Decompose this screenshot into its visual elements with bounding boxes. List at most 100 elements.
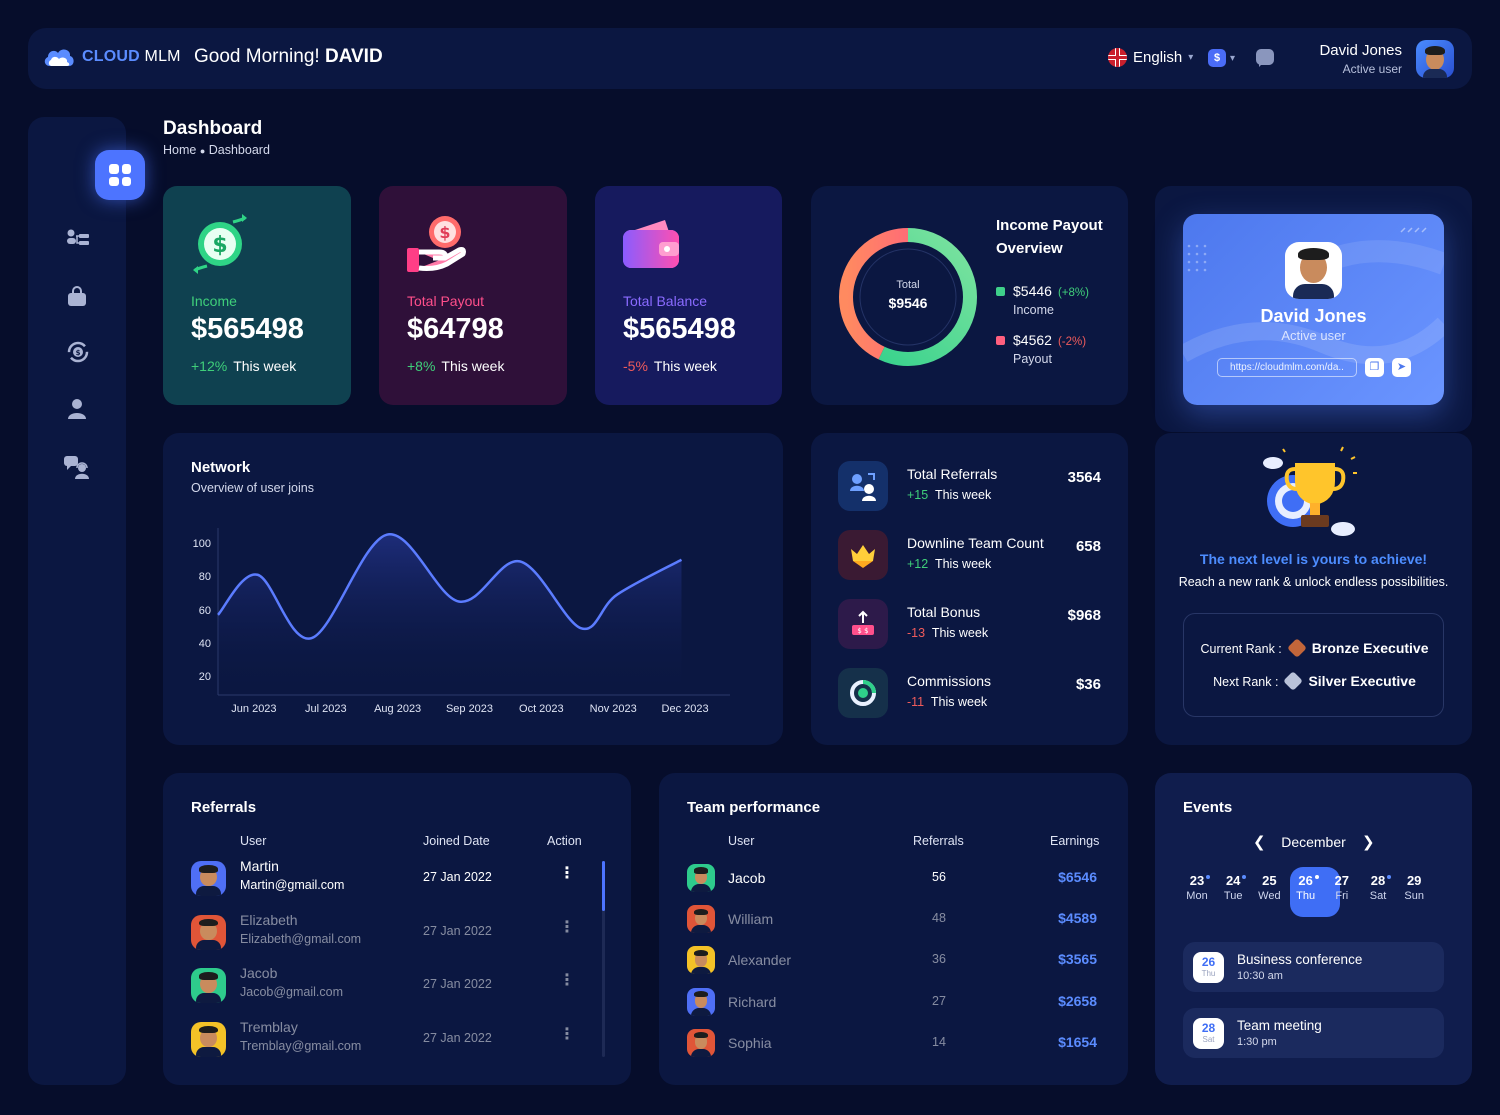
sidebar-item-shop[interactable] xyxy=(66,285,88,307)
joined-date: 27 Jan 2022 xyxy=(423,1030,492,1045)
col-referrals: Referrals xyxy=(913,834,964,848)
balance-value: $565498 xyxy=(623,313,736,345)
x-tick-label: Jun 2023 xyxy=(231,703,277,715)
send-icon[interactable]: ➤ xyxy=(1392,358,1411,377)
payout-value: $64798 xyxy=(407,313,504,345)
commission-icon xyxy=(838,668,888,718)
trophy-icon xyxy=(1263,446,1357,536)
more-vertical-icon[interactable]: ⋮ xyxy=(559,918,575,938)
network-chart-panel: Network Overview of user joins 100 80 60 40… xyxy=(163,433,783,745)
table-row[interactable]: Martin Martin@gmail.com 27 Jan 2022 ⋮ xyxy=(191,858,601,898)
payout-hand-icon: $ xyxy=(407,216,466,272)
x-tick-label: Oct 2023 xyxy=(519,703,564,715)
avatar xyxy=(191,968,226,1003)
x-tick-label: Jul 2023 xyxy=(304,703,347,715)
event-item[interactable]: 26 Thu Business conference 10:30 am xyxy=(1183,942,1444,992)
more-vertical-icon[interactable]: ⋮ xyxy=(559,971,575,991)
calendar-day[interactable]: 29 Sun xyxy=(1392,873,1436,902)
svg-text:$: $ xyxy=(212,233,227,258)
sidebar-item-profile[interactable] xyxy=(66,398,88,420)
support-chat-icon xyxy=(64,456,89,479)
payout-card[interactable]: $ Total Payout $64798 +8% This week xyxy=(379,186,567,405)
sidebar-item-payout[interactable]: $ xyxy=(66,341,89,363)
user-email: Tremblay@gmail.com xyxy=(240,1038,362,1053)
stat-total-referrals[interactable]: Total Referrals +15 This week 3564 xyxy=(838,461,1101,511)
donut-label: Total xyxy=(896,279,920,291)
user-name: Sophia xyxy=(728,1034,772,1051)
table-row[interactable]: Jacob Jacob@gmail.com 27 Jan 2022 ⋮ xyxy=(191,965,601,1005)
stat-downline-team-count[interactable]: Downline Team Count +12 This week 658 xyxy=(838,530,1101,580)
referral-count: 27 xyxy=(932,993,946,1008)
earnings-value: $2658 xyxy=(1058,992,1097,1009)
event-time: 10:30 am xyxy=(1237,970,1283,982)
col-user: User xyxy=(728,834,755,848)
chat-icon[interactable] xyxy=(1256,49,1274,67)
event-name: Team meeting xyxy=(1237,1018,1322,1033)
currency-selector[interactable]: $ ▾ xyxy=(1208,49,1235,67)
x-tick-label: Dec 2023 xyxy=(661,703,709,715)
sidebar-item-support[interactable] xyxy=(63,455,91,479)
stat-commissions[interactable]: Commissions -11 This week $36 xyxy=(838,668,1101,718)
user-name: Martin xyxy=(240,858,279,874)
col-earnings: Earnings xyxy=(1050,834,1100,848)
table-row[interactable]: Sophia 14 $1654 xyxy=(687,1028,1097,1059)
profile-status: Active user xyxy=(1281,328,1346,343)
table-row[interactable]: Richard 27 $2658 xyxy=(687,987,1097,1018)
events-panel: Events ❮ December ❯ 23 Mon 24 Tue 25 Wed 26 Thu… xyxy=(1155,773,1472,1085)
brand-logo[interactable]: CLOUD MLM xyxy=(42,46,181,68)
table-row[interactable]: Alexander 36 $3565 xyxy=(687,946,1097,976)
income-value: $565498 xyxy=(191,313,304,345)
scrollbar-thumb[interactable] xyxy=(602,861,605,911)
event-item[interactable]: 28 Sat Team meeting 1:30 pm xyxy=(1183,1008,1444,1058)
language-selector[interactable]: English ▾ xyxy=(1108,48,1193,67)
avatar xyxy=(687,987,715,1016)
more-vertical-icon[interactable]: ⋮ xyxy=(559,1025,575,1045)
user-name: Jacob xyxy=(240,965,278,981)
referral-count: 48 xyxy=(932,911,946,926)
breadcrumb-home[interactable]: Home xyxy=(163,143,196,157)
user-icon xyxy=(68,399,86,419)
table-row[interactable]: Jacob 56 $6546 xyxy=(687,864,1097,894)
income-footer: +12% This week xyxy=(191,358,297,374)
bronze-badge-icon xyxy=(1286,638,1307,658)
user-name: William xyxy=(728,911,774,928)
table-row[interactable]: William 48 $4589 xyxy=(687,905,1097,935)
referral-link-field[interactable]: https://cloudmlm.com/da.. xyxy=(1217,358,1357,377)
chevron-down-icon: ▾ xyxy=(1188,52,1194,63)
earnings-value: $1654 xyxy=(1058,1033,1097,1050)
sidebar-item-dashboard[interactable] xyxy=(95,150,145,200)
avatar xyxy=(191,861,226,896)
avatar xyxy=(687,905,715,934)
team-title: Team performance xyxy=(687,799,821,816)
table-row[interactable]: Tremblay Tremblay@gmail.com 27 Jan 2022 ⋮ xyxy=(191,1019,601,1059)
event-date-badge: 28 Sat xyxy=(1193,1018,1224,1049)
more-vertical-icon[interactable]: ⋮ xyxy=(559,864,575,884)
avatar xyxy=(191,1021,226,1057)
copy-icon[interactable]: ❐ xyxy=(1365,358,1384,377)
user-info[interactable]: David Jones Active user xyxy=(1319,42,1402,76)
sidebar xyxy=(28,117,126,1085)
profile-avatar[interactable] xyxy=(1285,242,1342,299)
rank-panel: The next level is yours to achieve! Reac… xyxy=(1155,433,1472,745)
x-tick-label: Nov 2023 xyxy=(589,703,637,715)
network-line-chart xyxy=(217,528,730,696)
bonus-icon: $ $ xyxy=(838,599,888,649)
chevron-down-icon: ▾ xyxy=(1230,52,1236,64)
sidebar-item-network[interactable] xyxy=(66,228,89,250)
network-area xyxy=(218,534,682,695)
chevron-right-icon[interactable]: ❯ xyxy=(1362,833,1375,851)
stat-total-bonus[interactable]: $ $ Total Bonus -13 This week $968 xyxy=(838,599,1101,649)
y-tick-label: 40 xyxy=(198,637,211,650)
joined-date: 27 Jan 2022 xyxy=(423,923,492,938)
profile-card: David Jones Active user https://cloudmlm… xyxy=(1183,214,1444,405)
avatar[interactable] xyxy=(1416,40,1454,78)
referrals-icon xyxy=(838,461,888,511)
income-card[interactable]: $ Income $565498 +12% This week xyxy=(163,186,351,405)
x-tick-label: Aug 2023 xyxy=(374,703,422,715)
svg-text:$: $ xyxy=(76,349,81,357)
current-rank: Current Rank : Bronze Executive xyxy=(1200,638,1429,658)
balance-label: Total Balance xyxy=(623,293,708,309)
table-row[interactable]: Elizabeth Elizabeth@gmail.com 27 Jan 2022 ⋮ xyxy=(191,912,601,952)
balance-card[interactable]: Total Balance $565498 -5% This week xyxy=(595,186,782,405)
referrals-title: Referrals xyxy=(191,799,257,816)
